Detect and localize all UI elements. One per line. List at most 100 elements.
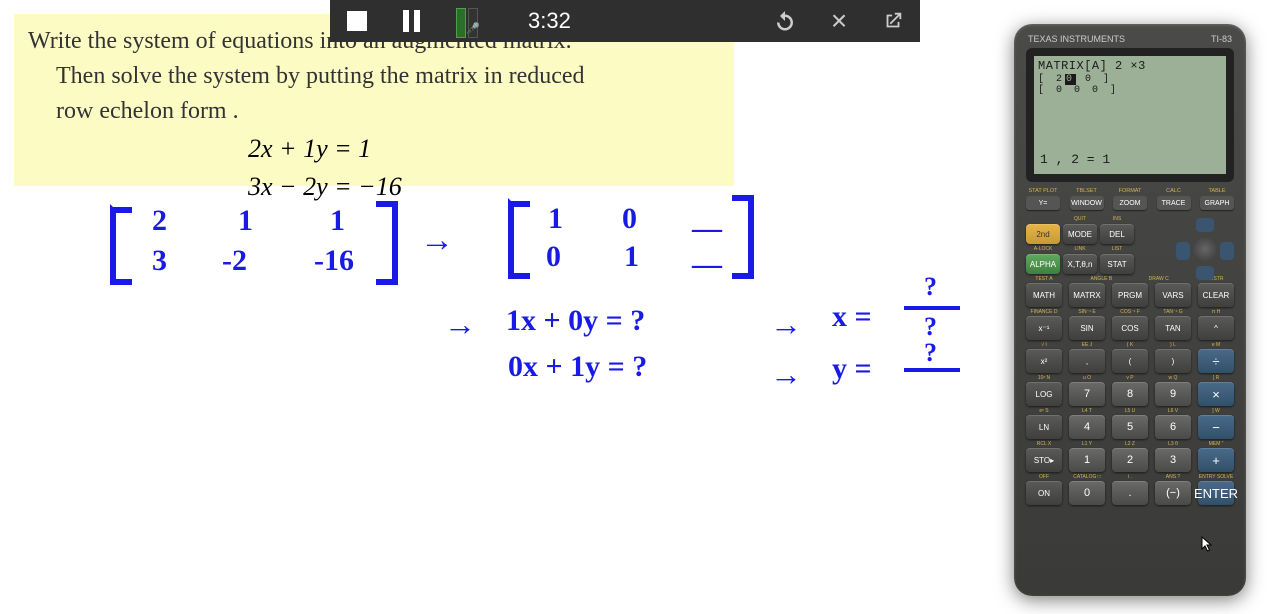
key-label: ENTRY SOLVE (1198, 474, 1234, 481)
key-tan[interactable]: TAN (1155, 316, 1191, 340)
m1-r2c2: -2 (222, 244, 247, 278)
m1-r1c3: 1 (330, 204, 345, 238)
m1-r2c1: 3 (152, 244, 167, 278)
key-label: LINK (1063, 246, 1097, 254)
key-[interactable]: , (1069, 349, 1105, 373)
top-key-window[interactable]: WINDOW (1070, 196, 1104, 210)
key-cos[interactable]: COS (1112, 316, 1148, 340)
result-y: y = (832, 352, 872, 386)
key-label: SIN⁻¹ E (1069, 309, 1105, 316)
key-xtn[interactable]: X,T,θ,n (1063, 254, 1097, 274)
key-[interactable]: ) (1155, 349, 1191, 373)
bracket-left-icon-2 (508, 198, 524, 276)
key-on[interactable]: ON (1026, 481, 1062, 505)
key-label: u O (1069, 375, 1105, 382)
key-prgm[interactable]: PRGM (1112, 283, 1148, 307)
top-key-zoom[interactable]: ZOOM (1113, 196, 1147, 210)
screen-bottom: 1 , 2 = 1 (1040, 153, 1110, 168)
dpad-down[interactable] (1196, 266, 1214, 280)
key-x[interactable]: x² (1026, 349, 1062, 373)
key-2nd[interactable]: 2nd (1026, 224, 1060, 244)
top-key-y=[interactable]: Y= (1026, 196, 1060, 210)
key-label: MEM " (1198, 441, 1234, 448)
derived-eq2: 0x + 1y = ? (508, 350, 647, 384)
key-clear[interactable]: CLEAR (1198, 283, 1234, 307)
key-sin[interactable]: SIN (1069, 316, 1105, 340)
key-label: TEST A (1026, 276, 1062, 283)
restart-button[interactable] (758, 0, 812, 42)
key-0[interactable]: 0 (1069, 481, 1105, 505)
key-x[interactable]: x⁻¹ (1026, 316, 1062, 340)
fn-label: TABLE (1200, 188, 1234, 194)
close-button[interactable]: × (812, 0, 866, 42)
key-label: [ R (1198, 375, 1234, 382)
key-label: LIST (1100, 246, 1134, 254)
key-[interactable]: + (1198, 448, 1234, 472)
stop-button[interactable] (330, 0, 384, 42)
key-[interactable]: × (1198, 382, 1234, 406)
key-3[interactable]: 3 (1155, 448, 1191, 472)
elapsed-time: 3:32 (496, 8, 758, 34)
key-matrx[interactable]: MATRX (1069, 283, 1105, 307)
dpad-left[interactable] (1176, 242, 1190, 260)
key-9[interactable]: 9 (1155, 382, 1191, 406)
key-vars[interactable]: VARS (1155, 283, 1191, 307)
key-6[interactable]: 6 (1155, 415, 1191, 439)
key-label: FINANCE D (1026, 309, 1062, 316)
key-stat[interactable]: STAT (1100, 254, 1134, 274)
key-sto[interactable]: STO▸ (1026, 448, 1062, 472)
key-enter[interactable]: ENTER (1198, 481, 1234, 505)
m2-r1c2: 0 (622, 202, 637, 236)
dpad-right[interactable] (1220, 242, 1234, 260)
fn-label: FORMAT (1113, 188, 1147, 194)
key-[interactable]: (−) (1155, 481, 1191, 505)
m2-r2c3: — (692, 248, 722, 282)
key-alpha[interactable]: ALPHA (1026, 254, 1060, 274)
key-label: L5 U (1112, 408, 1148, 415)
problem-line2: Then solve the system by putting the mat… (28, 59, 720, 94)
screen-row1: [ 20 0 ] (1038, 74, 1222, 86)
pause-button[interactable] (384, 0, 438, 42)
key-label: DRAW C (1141, 276, 1177, 283)
key-label: EE J (1069, 342, 1105, 349)
m2-r1c3: — (692, 212, 722, 246)
key-[interactable]: ^ (1198, 316, 1234, 340)
key-[interactable]: ( (1112, 349, 1148, 373)
top-key-graph[interactable]: GRAPH (1200, 196, 1234, 210)
key-label: COS⁻¹ F (1112, 309, 1148, 316)
key-label: QUIT (1063, 216, 1097, 224)
key-label: ANGLE B (1083, 276, 1119, 283)
key-[interactable]: − (1198, 415, 1234, 439)
key-label: ANS ? (1155, 474, 1191, 481)
key-[interactable]: ÷ (1198, 349, 1234, 373)
key-label: OFF (1026, 474, 1062, 481)
key-del[interactable]: DEL (1100, 224, 1134, 244)
key-[interactable]: . (1112, 481, 1148, 505)
dpad-up[interactable] (1196, 218, 1214, 232)
fn-label-row: STAT PLOTTBLSETFORMATCALCTABLE (1026, 188, 1234, 194)
key-label: w Q (1155, 375, 1191, 382)
key-1[interactable]: 1 (1069, 448, 1105, 472)
key-7[interactable]: 7 (1069, 382, 1105, 406)
key-2[interactable]: 2 (1112, 448, 1148, 472)
key-mode[interactable]: MODE (1063, 224, 1097, 244)
key-math[interactable]: MATH (1026, 283, 1062, 307)
key-4[interactable]: 4 (1069, 415, 1105, 439)
key-label: π H (1198, 309, 1234, 316)
share-button[interactable] (866, 0, 920, 42)
key-log[interactable]: LOG (1026, 382, 1062, 406)
key-label: L3 θ (1155, 441, 1191, 448)
top-key-trace[interactable]: TRACE (1157, 196, 1191, 210)
top-button-row: Y= WINDOW ZOOM TRACE GRAPH (1026, 196, 1234, 210)
key-label: TAN⁻¹ G (1155, 309, 1191, 316)
key-8[interactable]: 8 (1112, 382, 1148, 406)
key-label: L6 V (1155, 408, 1191, 415)
key-label: 10ˣ N (1026, 375, 1062, 382)
m1-r2c3: -16 (314, 244, 354, 278)
key-ln[interactable]: LN (1026, 415, 1062, 439)
key-5[interactable]: 5 (1112, 415, 1148, 439)
key-label: eˣ S (1026, 408, 1062, 415)
audio-meter[interactable]: 🎤 (438, 0, 496, 42)
video-control-bar: 🎤 3:32 × (330, 0, 920, 42)
pause-icon (403, 10, 420, 32)
